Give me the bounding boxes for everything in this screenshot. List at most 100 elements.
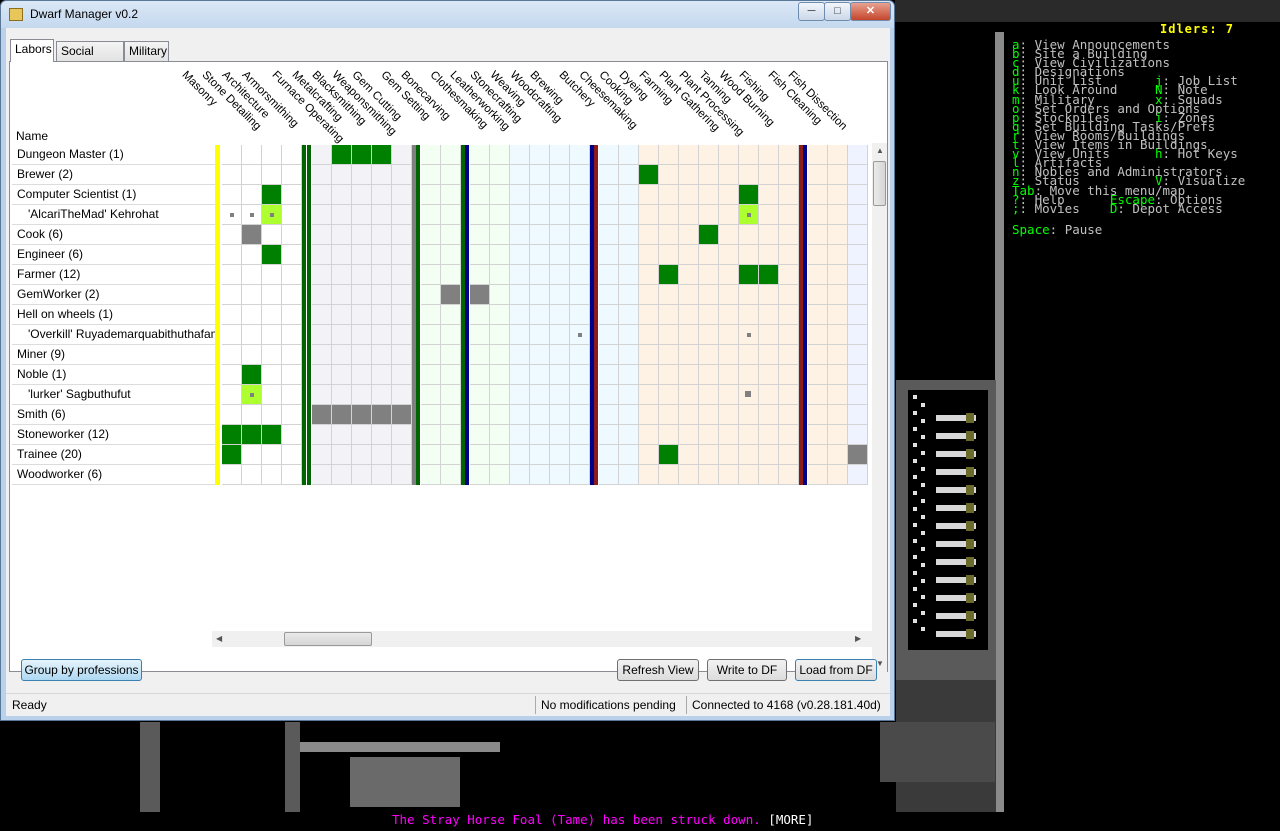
labor-cell[interactable] xyxy=(470,165,490,185)
labor-cell[interactable] xyxy=(222,145,242,165)
labor-cell[interactable] xyxy=(779,225,799,245)
scroll-down-icon[interactable]: ▼ xyxy=(876,659,884,668)
labor-cell[interactable] xyxy=(242,185,262,205)
labor-cell[interactable] xyxy=(490,245,510,265)
labor-cell[interactable] xyxy=(679,305,699,325)
labor-cell[interactable] xyxy=(679,325,699,345)
labor-cell[interactable] xyxy=(242,465,262,485)
labor-cell[interactable] xyxy=(828,405,848,425)
labor-cell[interactable] xyxy=(392,385,412,405)
labor-cell[interactable] xyxy=(550,285,570,305)
labor-cell[interactable] xyxy=(739,405,759,425)
labor-cell[interactable] xyxy=(550,345,570,365)
labor-cell[interactable] xyxy=(570,365,590,385)
labor-cell[interactable] xyxy=(392,265,412,285)
labor-cell[interactable] xyxy=(699,305,719,325)
labor-cell[interactable] xyxy=(779,425,799,445)
labor-cell[interactable] xyxy=(530,425,550,445)
labor-cell[interactable] xyxy=(759,245,779,265)
labor-cell[interactable] xyxy=(332,185,352,205)
labor-cell[interactable] xyxy=(699,345,719,365)
labor-cell[interactable] xyxy=(779,205,799,225)
labor-cell[interactable] xyxy=(312,345,332,365)
labor-cell[interactable] xyxy=(332,365,352,385)
labor-cell[interactable] xyxy=(282,405,302,425)
labor-cell[interactable] xyxy=(490,345,510,365)
labor-cell[interactable] xyxy=(659,205,679,225)
labor-cell[interactable] xyxy=(679,165,699,185)
labor-cell[interactable] xyxy=(848,325,868,345)
labor-cell[interactable] xyxy=(352,265,372,285)
labor-cell[interactable] xyxy=(222,305,242,325)
labor-cell[interactable] xyxy=(828,305,848,325)
labor-cell[interactable] xyxy=(828,205,848,225)
labor-cell[interactable] xyxy=(639,225,659,245)
labor-cell[interactable] xyxy=(719,445,739,465)
labor-cell[interactable] xyxy=(262,185,282,205)
labor-cell[interactable] xyxy=(282,145,302,165)
labor-cell[interactable] xyxy=(421,205,441,225)
labor-cell[interactable] xyxy=(470,225,490,245)
labor-cell[interactable] xyxy=(441,425,461,445)
labor-cell[interactable] xyxy=(808,445,828,465)
profession-name[interactable]: Farmer (12) xyxy=(12,265,215,285)
labor-cell[interactable] xyxy=(510,225,530,245)
labor-cell[interactable] xyxy=(530,165,550,185)
labor-cell[interactable] xyxy=(739,225,759,245)
labor-cell[interactable] xyxy=(679,445,699,465)
profession-name[interactable]: Smith (6) xyxy=(12,405,215,425)
labor-cell[interactable] xyxy=(332,305,352,325)
labor-cell[interactable] xyxy=(808,245,828,265)
labor-cell[interactable] xyxy=(421,265,441,285)
labor-cell[interactable] xyxy=(599,305,619,325)
labor-cell[interactable] xyxy=(222,425,242,445)
labor-cell[interactable] xyxy=(312,205,332,225)
labor-cell[interactable] xyxy=(848,265,868,285)
labor-cell[interactable] xyxy=(659,245,679,265)
labor-cell[interactable] xyxy=(848,405,868,425)
labor-cell[interactable] xyxy=(848,185,868,205)
labor-cell[interactable] xyxy=(699,425,719,445)
labor-cell[interactable] xyxy=(699,285,719,305)
labor-cell[interactable] xyxy=(372,145,392,165)
labor-cell[interactable] xyxy=(332,265,352,285)
labor-cell[interactable] xyxy=(441,445,461,465)
labor-cell[interactable] xyxy=(779,405,799,425)
labor-cell[interactable] xyxy=(619,445,639,465)
labor-cell[interactable] xyxy=(332,325,352,345)
labor-cell[interactable] xyxy=(510,285,530,305)
labor-cell[interactable] xyxy=(659,425,679,445)
labor-cell[interactable] xyxy=(759,425,779,445)
labor-cell[interactable] xyxy=(550,165,570,185)
labor-cell[interactable] xyxy=(550,225,570,245)
labor-cell[interactable] xyxy=(570,345,590,365)
labor-cell[interactable] xyxy=(779,165,799,185)
labor-cell[interactable] xyxy=(739,365,759,385)
labor-cell[interactable] xyxy=(699,465,719,485)
labor-cell[interactable] xyxy=(848,205,868,225)
labor-cell[interactable] xyxy=(510,405,530,425)
labor-cell[interactable] xyxy=(421,405,441,425)
labor-cell[interactable] xyxy=(679,425,699,445)
labor-cell[interactable] xyxy=(332,145,352,165)
labor-cell[interactable] xyxy=(392,445,412,465)
labor-cell[interactable] xyxy=(779,325,799,345)
labor-cell[interactable] xyxy=(828,365,848,385)
labor-cell[interactable] xyxy=(282,325,302,345)
labor-cell[interactable] xyxy=(282,345,302,365)
dwarf-name[interactable]: 'AlcariTheMad' Kehrohat xyxy=(12,205,215,225)
labor-cell[interactable] xyxy=(242,385,262,405)
labor-cell[interactable] xyxy=(490,265,510,285)
labor-cell[interactable] xyxy=(222,265,242,285)
labor-cell[interactable] xyxy=(352,185,372,205)
labor-cell[interactable] xyxy=(262,365,282,385)
labor-cell[interactable] xyxy=(719,365,739,385)
labor-cell[interactable] xyxy=(599,345,619,365)
labor-cell[interactable] xyxy=(332,165,352,185)
labor-cell[interactable] xyxy=(421,325,441,345)
labor-cell[interactable] xyxy=(808,205,828,225)
labor-cell[interactable] xyxy=(352,285,372,305)
labor-cell[interactable] xyxy=(739,305,759,325)
labor-cell[interactable] xyxy=(679,205,699,225)
labor-cell[interactable] xyxy=(599,285,619,305)
